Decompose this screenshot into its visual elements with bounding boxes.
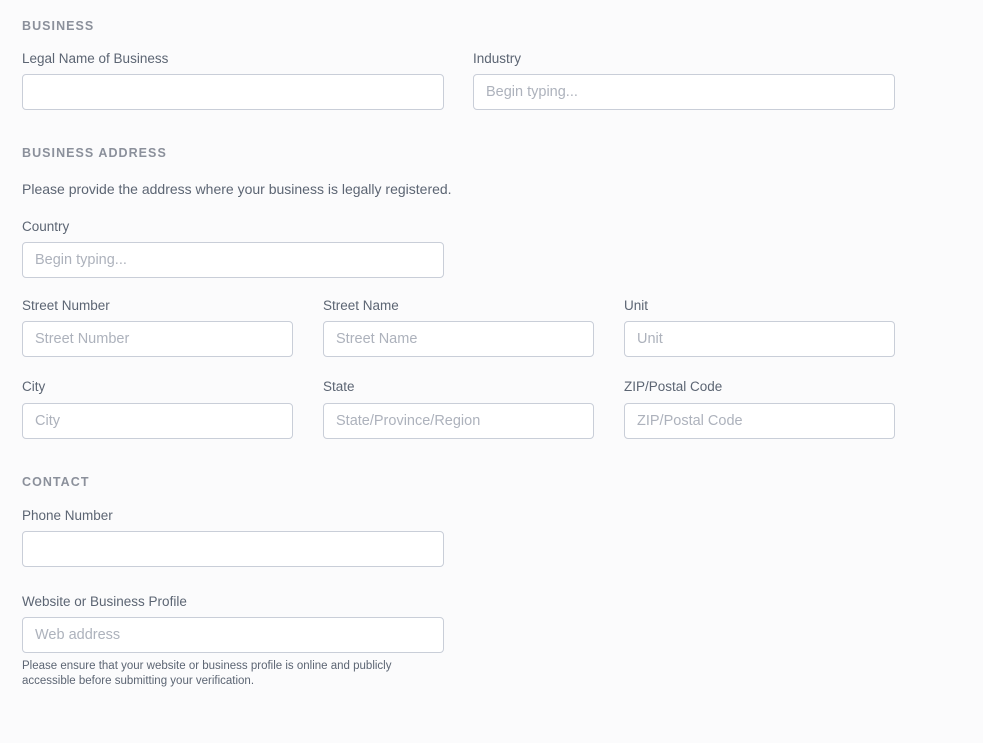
website-helper-note: Please ensure that your website or busin… [22, 660, 392, 687]
city-input[interactable] [22, 402, 293, 439]
field-state: State [323, 379, 594, 439]
country-input[interactable] [22, 242, 444, 279]
field-street-number: Street Number [22, 298, 293, 358]
field-street-name: Street Name [323, 298, 594, 358]
row-city-state-zip: City State ZIP/Postal Code [22, 379, 896, 439]
website-input[interactable] [22, 617, 444, 654]
phone-number-input[interactable] [22, 530, 444, 567]
state-input[interactable] [323, 402, 594, 439]
street-name-input[interactable] [323, 321, 594, 358]
unit-input[interactable] [624, 321, 895, 358]
label-country: Country [22, 219, 70, 235]
section-title-business-address: BUSINESS ADDRESS [22, 146, 167, 161]
label-industry: Industry [473, 51, 522, 66]
field-city: City [22, 379, 293, 439]
section-title-contact: CONTACT [22, 474, 90, 489]
field-country: Country [22, 219, 444, 279]
legal-name-input[interactable] [22, 74, 444, 111]
street-number-input[interactable] [22, 321, 293, 358]
business-verification-form: BUSINESS Legal Name of Business Industry… [0, 19, 983, 743]
label-street-number: Street Number [22, 298, 110, 314]
section-title-business: BUSINESS [22, 19, 95, 33]
label-state: State [323, 379, 355, 395]
label-zip: ZIP/Postal Code [624, 379, 723, 395]
zip-input[interactable] [624, 402, 895, 439]
field-website: Website or Business Profile Please ensur… [22, 594, 444, 689]
label-unit: Unit [624, 298, 649, 314]
label-legal-name: Legal Name of Business [22, 51, 169, 66]
row-name-industry: Legal Name of Business Industry [22, 51, 896, 111]
business-address-description: Please provide the address where your bu… [22, 181, 452, 198]
field-zip: ZIP/Postal Code [624, 379, 895, 439]
field-industry: Industry [473, 51, 895, 111]
row-street: Street Number Street Name Unit [22, 298, 896, 358]
label-city: City [22, 379, 46, 395]
label-phone-number: Phone Number [22, 507, 113, 523]
label-website: Website or Business Profile [22, 593, 187, 609]
field-unit: Unit [624, 298, 895, 358]
label-street-name: Street Name [323, 298, 399, 314]
industry-input[interactable] [473, 74, 895, 111]
field-phone-number: Phone Number [22, 508, 444, 567]
field-legal-name: Legal Name of Business [22, 51, 444, 111]
